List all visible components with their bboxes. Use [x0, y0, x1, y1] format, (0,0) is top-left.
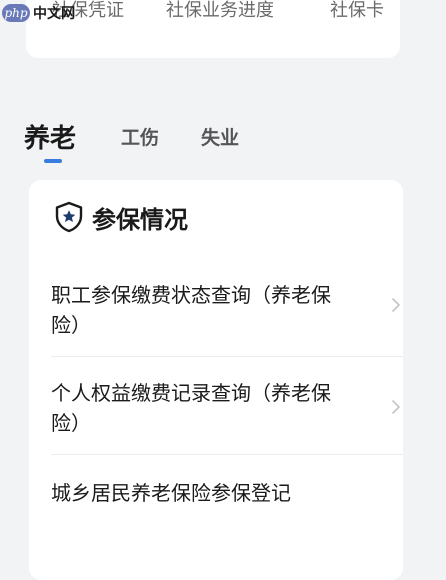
tab-pension[interactable]: 养老	[24, 118, 76, 155]
php-logo: php	[2, 4, 30, 22]
active-tab-indicator	[44, 159, 62, 163]
top-services-card: 社保凭证 社保业务进度 社保卡	[26, 0, 400, 58]
list-item-employee-payment-status[interactable]: 职工参保缴费状态查询（养老保险）	[51, 280, 403, 340]
divider	[51, 454, 403, 455]
list-item-label: 个人权益缴费记录查询（养老保险）	[51, 381, 331, 435]
shield-star-icon	[55, 201, 83, 233]
tab-unemployment[interactable]: 失业	[201, 123, 239, 150]
chevron-right-icon	[392, 298, 400, 312]
chevron-right-icon	[392, 400, 400, 414]
service-business-progress[interactable]: 社保业务进度	[166, 0, 274, 22]
insurance-type-tabs: 养老 工伤 失业	[0, 118, 446, 168]
list-item-label: 职工参保缴费状态查询（养老保险）	[51, 283, 331, 337]
watermark: php 中文网	[2, 2, 75, 24]
list-item-label: 城乡居民养老保险参保登记	[51, 481, 291, 505]
list-item-resident-pension-registration[interactable]: 城乡居民养老保险参保登记	[51, 478, 403, 508]
tab-work-injury[interactable]: 工伤	[121, 123, 159, 150]
list-item-personal-payment-record[interactable]: 个人权益缴费记录查询（养老保险）	[51, 378, 403, 438]
divider	[51, 356, 403, 357]
service-social-security-card[interactable]: 社保卡	[330, 0, 384, 22]
section-title: 参保情况	[92, 205, 188, 234]
watermark-text: 中文网	[33, 6, 75, 22]
insurance-status-card: 参保情况 职工参保缴费状态查询（养老保险） 个人权益缴费记录查询（养老保险） 城…	[29, 180, 403, 580]
section-header: 参保情况	[52, 200, 188, 234]
